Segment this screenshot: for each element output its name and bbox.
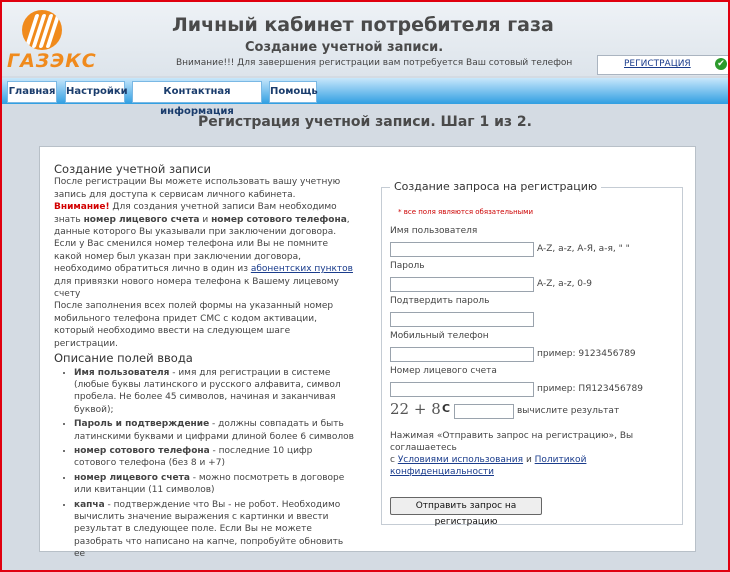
submit-button[interactable]: Отправить запрос на регистрацию (390, 497, 542, 527)
terms-link[interactable]: Условиями использования (398, 455, 523, 465)
warning-label: Внимание! (54, 202, 110, 213)
page-subtitle: Создание учетной записи. (245, 40, 444, 55)
phone-label: Мобильный телефон (390, 331, 489, 341)
username-label: Имя пользователя (390, 226, 478, 236)
content-panel: Создание учетной записи После регистраци… (39, 146, 696, 559)
registration-tab[interactable]: РЕГИСТРАЦИЯ ✔ (597, 55, 730, 75)
logo-flame-icon (22, 10, 62, 50)
form-legend: Создание запроса на регистрацию (390, 180, 602, 193)
warning-paragraph: Внимание! Для создания учетной записи Ва… (54, 202, 350, 238)
site-title: Личный кабинет потребителя газа (172, 14, 554, 36)
password-hint: A-Z, a-z, 0-9 (537, 279, 593, 289)
password-input[interactable] (390, 277, 534, 292)
header: ГАЗЭКС Личный кабинет потребителя газа С… (2, 2, 730, 76)
check-icon: ✔ (715, 58, 727, 70)
sms-paragraph: После заполнения всех полей формы на ука… (54, 301, 334, 349)
refresh-captcha-icon[interactable]: C (442, 402, 450, 415)
list-item: Имя пользователя - имя для регистрации в… (74, 367, 354, 417)
account-hint: пример: ПЯ123456789 (537, 384, 643, 394)
phone-hint: пример: 9123456789 (537, 349, 636, 359)
agreement-text: Нажимая «Отправить запрос на регистрацию… (390, 431, 634, 453)
confirm-password-input[interactable] (390, 312, 534, 327)
subscriber-points-link[interactable]: абонентских пунктов (251, 264, 353, 274)
captcha-input[interactable] (454, 404, 514, 419)
nav-settings[interactable]: Настройки (65, 81, 128, 103)
list-item: Пароль и подтверждение - должны совпадат… (74, 418, 354, 443)
info-paragraph: После регистрации Вы можете использовать… (54, 177, 341, 200)
nav-home[interactable]: Главная (7, 81, 57, 103)
info-heading: Создание учетной записи (54, 162, 211, 176)
password-label: Пароль (390, 261, 425, 271)
info-column: Создание учетной записи После регистраци… (54, 161, 354, 563)
required-note: * все поля являются обязательными (398, 208, 534, 216)
agreement-links: с Условиями использования и Политикой ко… (390, 455, 587, 477)
captcha-hint: вычислите результат (517, 406, 620, 416)
account-label: Номер лицевого счета (390, 366, 497, 376)
fields-heading: Описание полей ввода (54, 351, 193, 366)
nav-help[interactable]: Помощь (269, 81, 318, 103)
registration-link[interactable]: РЕГИСТРАЦИЯ (624, 59, 691, 69)
username-input[interactable] (390, 242, 534, 257)
nav-contacts[interactable]: Контактная информация (132, 81, 262, 117)
phone-change-paragraph: Если у Вас сменился номер телефона или В… (54, 239, 353, 300)
phone-notice: Внимание!!! Для завершения регистрации в… (176, 58, 573, 68)
account-input[interactable] (390, 382, 534, 397)
captcha-image: 22 + 8 (390, 400, 441, 418)
list-item: номер лицевого счета - можно посмотреть … (74, 472, 354, 497)
username-hint: A-Z, a-z, А-Я, а-я, " " (537, 244, 630, 254)
phone-input[interactable] (390, 347, 534, 362)
fields-list: Имя пользователя - имя для регистрации в… (54, 367, 354, 561)
nav-bar: Главная Настройки Контактная информация … (2, 78, 728, 117)
registration-form: Создание запроса на регистрацию * все по… (381, 180, 683, 527)
page-heading: Регистрация учетной записи. Шаг 1 из 2. (198, 114, 532, 130)
logo-text: ГАЗЭКС (7, 50, 97, 72)
confirm-password-label: Подтвердить пароль (390, 296, 490, 306)
list-item: номер сотового телефона - последние 10 ц… (74, 445, 354, 470)
list-item: капча - подтверждение что Вы - не робот.… (74, 499, 354, 561)
